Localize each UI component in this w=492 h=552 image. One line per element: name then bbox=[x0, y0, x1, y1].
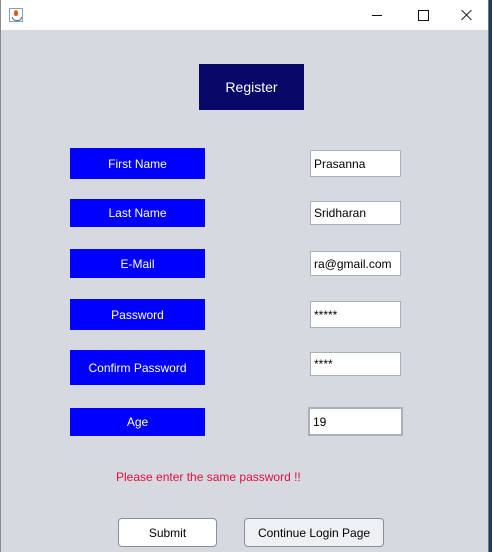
last-name-field[interactable] bbox=[310, 201, 401, 225]
register-heading: Register bbox=[199, 64, 304, 110]
age-label: Age bbox=[70, 408, 205, 436]
continue-login-button[interactable]: Continue Login Page bbox=[244, 518, 384, 547]
password-label: Password bbox=[70, 299, 205, 330]
first-name-field[interactable] bbox=[310, 150, 401, 177]
password-mismatch-error: Please enter the same password !! bbox=[116, 470, 301, 484]
email-label: E-Mail bbox=[70, 249, 205, 278]
submit-button[interactable]: Submit bbox=[118, 518, 217, 547]
confirm-password-label: Confirm Password bbox=[70, 350, 205, 385]
title-bar[interactable] bbox=[1, 0, 488, 30]
age-field[interactable] bbox=[308, 407, 403, 436]
maximize-icon bbox=[417, 9, 429, 21]
maximize-button[interactable] bbox=[400, 0, 446, 30]
close-button[interactable] bbox=[444, 0, 490, 30]
close-icon bbox=[461, 9, 473, 21]
minimize-icon bbox=[372, 14, 382, 16]
java-cup-icon bbox=[9, 8, 23, 22]
first-name-label: First Name bbox=[70, 148, 205, 179]
confirm-password-field[interactable] bbox=[310, 352, 401, 376]
minimize-button[interactable] bbox=[354, 0, 400, 30]
register-window: Register First Name Last Name E-Mail Pas… bbox=[0, 0, 489, 552]
password-field[interactable] bbox=[310, 301, 401, 328]
email-field[interactable] bbox=[310, 251, 401, 276]
last-name-label: Last Name bbox=[70, 199, 205, 227]
